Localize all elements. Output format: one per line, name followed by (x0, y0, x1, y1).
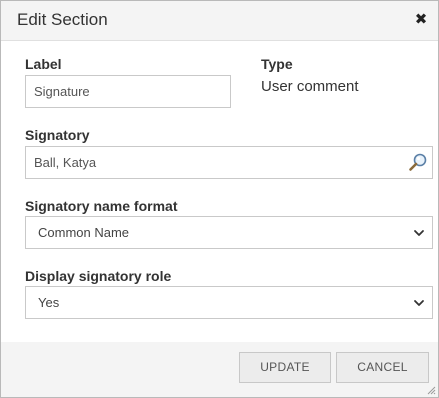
type-value: User comment (261, 78, 359, 95)
display-role-field-label: Display signatory role (25, 268, 172, 284)
resize-handle-icon[interactable] (426, 385, 436, 395)
signatory-input[interactable] (25, 146, 433, 179)
label-field-label: Label (25, 56, 62, 72)
dialog-title: Edit Section (17, 10, 108, 29)
signatory-field-label: Signatory (25, 127, 90, 143)
type-field-label: Type (261, 56, 293, 72)
update-button[interactable]: UPDATE (239, 352, 331, 383)
search-icon[interactable] (408, 152, 428, 172)
name-format-selected: Common Name (38, 225, 130, 240)
chevron-down-icon (414, 300, 424, 306)
name-format-field-label: Signatory name format (25, 198, 178, 214)
edit-section-dialog: Edit Section ✖ Label Type User comment S… (0, 0, 439, 398)
label-input[interactable] (25, 75, 231, 108)
close-icon[interactable]: ✖ (414, 12, 428, 28)
name-format-select[interactable]: Common Name (25, 216, 433, 249)
cancel-button[interactable]: CANCEL (336, 352, 429, 383)
signatory-field (25, 146, 433, 179)
display-role-select[interactable]: Yes (25, 286, 433, 319)
display-role-selected: Yes (38, 295, 60, 310)
dialog-titlebar: Edit Section ✖ (1, 1, 438, 41)
chevron-down-icon (414, 230, 424, 236)
